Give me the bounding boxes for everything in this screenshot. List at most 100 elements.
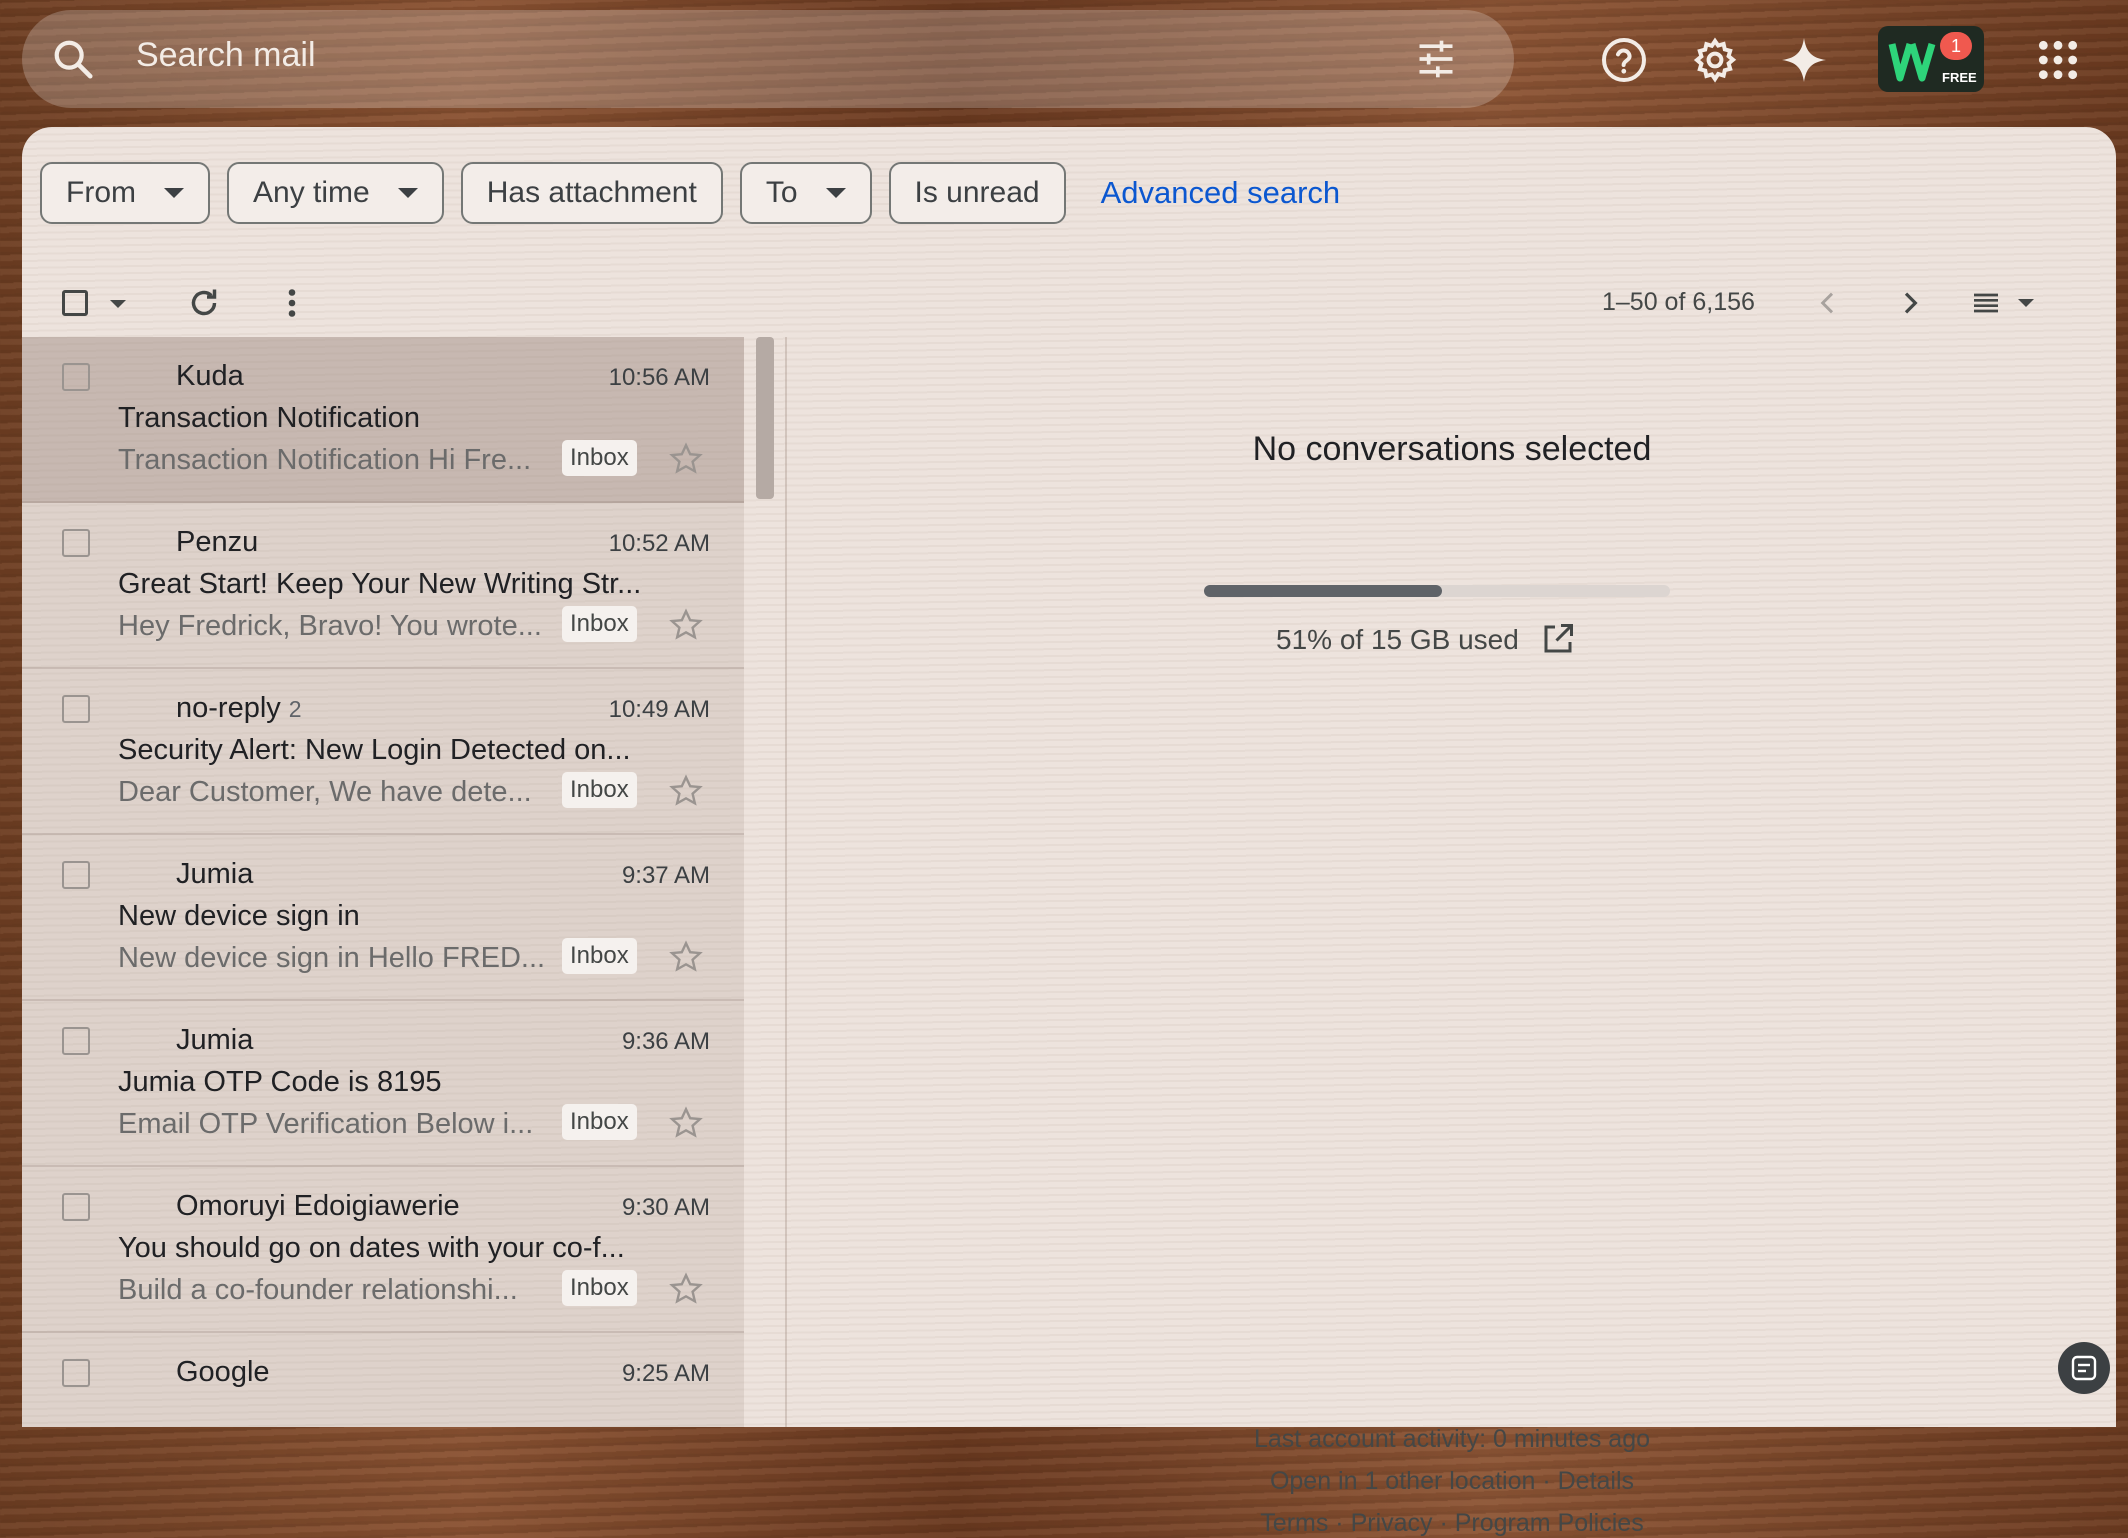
density-caret-icon[interactable] bbox=[2018, 299, 2034, 307]
filter-is-unread[interactable]: Is unread bbox=[888, 162, 1066, 224]
email-time: 9:30 AM bbox=[621, 1194, 710, 1221]
star-icon[interactable] bbox=[668, 939, 704, 975]
star-icon[interactable] bbox=[668, 1105, 704, 1141]
chevron-left-icon[interactable] bbox=[1812, 287, 1844, 319]
email-row[interactable]: Jumia 9:36 AM Jumia OTP Code is 8195 Ema… bbox=[22, 1001, 744, 1167]
gemini-icon[interactable] bbox=[1780, 36, 1828, 84]
email-snippet: Build a co-founder relationshi... bbox=[118, 1274, 518, 1306]
extension-badge: 1 bbox=[1940, 32, 1972, 60]
apps-icon[interactable] bbox=[2036, 38, 2080, 82]
email-time: 9:37 AM bbox=[621, 862, 710, 889]
email-time: 9:25 AM bbox=[621, 1360, 710, 1387]
email-row[interactable]: Omoruyi Edoigiawerie 9:30 AM You should … bbox=[22, 1167, 744, 1333]
star-icon[interactable] bbox=[668, 1271, 704, 1307]
row-checkbox[interactable] bbox=[62, 1359, 90, 1387]
filter-has-attachment-label: Has attachment bbox=[486, 176, 697, 209]
filter-to-label: To bbox=[765, 176, 798, 209]
email-subject: Jumia OTP Code is 8195 bbox=[118, 1066, 442, 1098]
email-subject: Transaction Notification bbox=[118, 402, 420, 434]
filter-has-attachment[interactable]: Has attachment bbox=[460, 162, 723, 224]
open-external-icon[interactable] bbox=[1540, 621, 1576, 657]
email-sender: Omoruyi Edoigiawerie bbox=[176, 1190, 468, 1223]
filter-any-time-label: Any time bbox=[253, 176, 370, 209]
inbox-label: Inbox bbox=[562, 606, 637, 642]
filter-is-unread-label: Is unread bbox=[914, 176, 1040, 209]
inbox-label: Inbox bbox=[562, 1270, 637, 1306]
row-checkbox[interactable] bbox=[62, 1027, 90, 1055]
email-sender: Kuda bbox=[176, 360, 252, 393]
advanced-search-link[interactable]: Advanced search bbox=[1101, 175, 1341, 211]
row-checkbox[interactable] bbox=[62, 1193, 90, 1221]
pagination-count: 1–50 of 6,156 bbox=[1602, 288, 1755, 316]
filter-from[interactable]: From bbox=[40, 162, 210, 224]
settings-icon[interactable] bbox=[1691, 36, 1739, 84]
star-icon[interactable] bbox=[668, 773, 704, 809]
list-toolbar: 1–50 of 6,156 bbox=[22, 267, 2116, 337]
feedback-button[interactable] bbox=[2058, 1342, 2110, 1394]
email-sender-name: Penzu bbox=[176, 526, 259, 558]
star-icon[interactable] bbox=[668, 607, 704, 643]
email-snippet: Email OTP Verification Below i... bbox=[118, 1108, 534, 1140]
email-row[interactable]: no-reply 2 10:49 AM Security Alert: New L… bbox=[22, 669, 744, 835]
email-sender: Penzu bbox=[176, 526, 266, 559]
email-sender-name: Kuda bbox=[176, 360, 244, 392]
select-menu-caret-icon[interactable] bbox=[110, 300, 126, 308]
footer-links[interactable]: Terms · Privacy · Program Policies bbox=[788, 1509, 2116, 1538]
inbox-label: Inbox bbox=[562, 1104, 637, 1140]
row-checkbox[interactable] bbox=[62, 529, 90, 557]
filter-to[interactable]: To bbox=[739, 162, 872, 224]
email-subject: Great Start! Keep Your New Writing Str..… bbox=[118, 568, 642, 600]
row-checkbox[interactable] bbox=[62, 363, 90, 391]
list-scrollbar-thumb[interactable] bbox=[756, 337, 774, 499]
tune-icon[interactable] bbox=[1414, 37, 1458, 81]
email-row[interactable]: Google 9:25 AM bbox=[22, 1333, 744, 1427]
more-vert-icon[interactable] bbox=[282, 285, 302, 321]
other-location-text[interactable]: Open in 1 other location · Details bbox=[788, 1467, 2116, 1496]
email-subject: Security Alert: New Login Detected on... bbox=[118, 734, 631, 766]
chevron-right-icon[interactable] bbox=[1894, 287, 1926, 319]
reading-pane: No conversations selected 51% of 15 GB u… bbox=[788, 337, 2116, 1537]
extension-button[interactable]: 1 FREE bbox=[1878, 26, 1984, 92]
filter-any-time[interactable]: Any time bbox=[227, 162, 444, 224]
email-snippet: New device sign in Hello FRED... bbox=[118, 942, 546, 974]
email-row[interactable]: Jumia 9:37 AM New device sign in New dev… bbox=[22, 835, 744, 1001]
search-bar[interactable]: Search mail bbox=[22, 10, 1514, 108]
select-all-checkbox[interactable] bbox=[62, 290, 88, 316]
email-sender-name: no-reply bbox=[176, 692, 281, 724]
email-snippet: Dear Customer, We have dete... bbox=[118, 776, 532, 808]
caret-down-icon bbox=[825, 188, 846, 198]
star-icon[interactable] bbox=[668, 441, 704, 477]
main-panel: From Any time Has attachment To Is unrea… bbox=[22, 127, 2116, 1537]
storage-text: 51% of 15 GB used bbox=[1276, 624, 1519, 655]
help-icon[interactable] bbox=[1600, 36, 1648, 84]
email-subject: You should go on dates with your co-f... bbox=[118, 1232, 625, 1264]
row-checkbox[interactable] bbox=[62, 695, 90, 723]
email-time: 10:56 AM bbox=[608, 364, 710, 391]
inbox-label: Inbox bbox=[562, 938, 637, 974]
search-input[interactable]: Search mail bbox=[136, 36, 316, 75]
email-row[interactable]: Penzu 10:52 AM Great Start! Keep Your Ne… bbox=[22, 503, 744, 669]
email-sender-name: Omoruyi Edoigiawerie bbox=[176, 1190, 460, 1222]
search-icon[interactable] bbox=[50, 36, 96, 82]
pane-divider[interactable] bbox=[785, 337, 787, 1427]
email-sender: Jumia bbox=[176, 1024, 261, 1057]
inbox-label: Inbox bbox=[562, 440, 637, 476]
density-icon[interactable] bbox=[1968, 287, 2004, 319]
email-time: 9:36 AM bbox=[621, 1028, 710, 1055]
refresh-icon[interactable] bbox=[186, 285, 222, 321]
inbox-label: Inbox bbox=[562, 772, 637, 808]
last-activity-text: Last account activity: 0 minutes ago bbox=[1253, 1425, 1651, 1453]
email-sender-name: Jumia bbox=[176, 1024, 254, 1056]
email-sender-name: Jumia bbox=[176, 858, 254, 890]
list-scrollbar[interactable] bbox=[752, 337, 776, 1427]
extension-logo-icon bbox=[1888, 43, 1936, 82]
caret-down-icon bbox=[397, 188, 418, 198]
email-snippet: Hey Fredrick, Bravo! You wrote... bbox=[118, 610, 542, 642]
email-subject: New device sign in bbox=[118, 900, 360, 932]
extension-tag: FREE bbox=[1942, 70, 1977, 85]
storage-bar-fill bbox=[1204, 585, 1442, 597]
row-checkbox[interactable] bbox=[62, 861, 90, 889]
email-time: 10:52 AM bbox=[608, 530, 710, 557]
search-filters: From Any time Has attachment To Is unrea… bbox=[40, 160, 1340, 226]
email-row[interactable]: Kuda 10:56 AM Transaction Notification T… bbox=[22, 337, 744, 503]
